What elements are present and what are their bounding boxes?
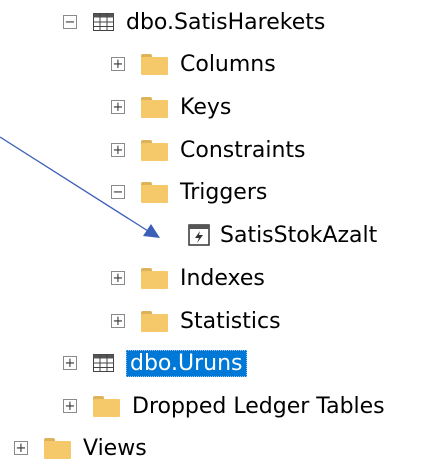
node-label-selected: dbo.Uruns	[126, 349, 247, 377]
node-label: Statistics	[180, 308, 281, 334]
folder-icon	[141, 53, 168, 75]
tree-node-statistics[interactable]: + Statistics	[111, 301, 281, 341]
node-label: dbo.SatisHarekets	[126, 9, 326, 35]
expand-icon[interactable]: +	[63, 356, 77, 370]
table-icon	[93, 354, 114, 372]
node-label: Views	[83, 435, 147, 461]
tree-node-views[interactable]: + Views	[14, 428, 147, 468]
tree-node-indexes[interactable]: + Indexes	[111, 258, 265, 298]
tree-node-dropped-ledger-tables[interactable]: + Dropped Ledger Tables	[63, 386, 385, 426]
node-label: Dropped Ledger Tables	[132, 393, 385, 419]
expand-icon[interactable]: +	[111, 57, 125, 71]
folder-icon	[141, 181, 168, 203]
collapse-icon[interactable]: −	[111, 185, 125, 199]
folder-icon	[141, 96, 168, 118]
tree-node-keys[interactable]: + Keys	[111, 87, 231, 127]
folder-icon	[44, 437, 71, 459]
folder-icon	[93, 395, 120, 417]
expand-icon[interactable]: +	[14, 441, 28, 455]
expand-icon[interactable]: +	[63, 399, 77, 413]
tree-node-columns[interactable]: + Columns	[111, 44, 276, 84]
tree-node-triggers[interactable]: − Triggers	[111, 172, 267, 212]
expand-icon[interactable]: +	[111, 314, 125, 328]
table-icon	[93, 13, 114, 31]
expand-icon[interactable]: +	[111, 143, 125, 157]
node-label: Triggers	[180, 179, 268, 205]
folder-icon	[141, 310, 168, 332]
tree-node-uruns[interactable]: + dbo.Uruns	[63, 343, 247, 383]
collapse-icon[interactable]: −	[63, 15, 77, 29]
expand-icon[interactable]: +	[111, 100, 125, 114]
node-label: Keys	[180, 94, 232, 120]
node-label: Indexes	[180, 265, 265, 291]
expand-icon[interactable]: +	[111, 271, 125, 285]
tree-node-constraints[interactable]: + Constraints	[111, 130, 306, 170]
tree-node-satisharekets[interactable]: − dbo.SatisHarekets	[63, 2, 325, 42]
folder-icon	[141, 139, 168, 161]
node-label: SatisStokAzalt	[220, 222, 378, 248]
tree-node-trigger-satisstokazalt[interactable]: SatisStokAzalt	[188, 215, 377, 255]
trigger-icon	[188, 224, 210, 246]
folder-icon	[141, 267, 168, 289]
node-label: Constraints	[180, 137, 306, 163]
node-label: Columns	[180, 51, 276, 77]
